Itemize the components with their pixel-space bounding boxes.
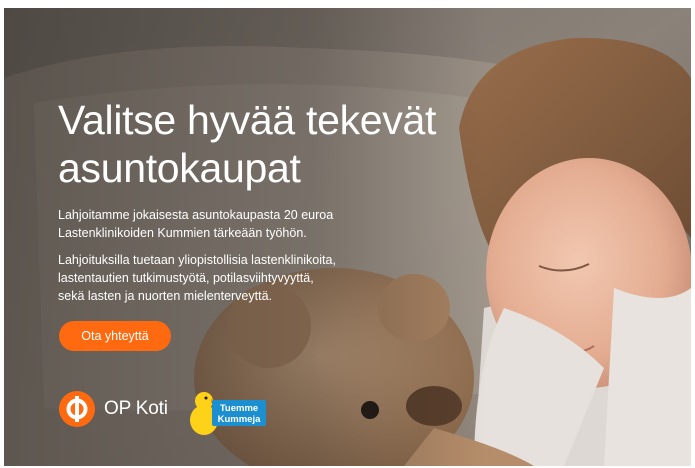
op-koti-text: OP Koti [104, 398, 168, 419]
hero-content: Valitse hyvää tekevät asuntokaupat Lahjo… [58, 96, 478, 305]
headline-line-2: asuntokaupat [58, 145, 301, 191]
op-logo-icon [59, 391, 95, 427]
donation-line-1: Lahjoitamme jokaisesta asuntokaupasta 20… [58, 208, 334, 222]
support-line-3: sekä lasten ja nuorten mielenterveyttä. [58, 289, 273, 303]
donation-paragraph: Lahjoitamme jokaisesta asuntokaupasta 20… [58, 206, 388, 242]
donation-line-2: Lastenklinikoiden Kummien tärkeään työhö… [58, 226, 307, 240]
headline-line-1: Valitse hyvää tekevät [58, 97, 437, 143]
support-line-1: Lahjoituksilla tuetaan yliopistollisia l… [58, 253, 336, 267]
support-line-2: lastentautien tutkimustyötä, potilasviih… [58, 271, 314, 285]
support-paragraph: Lahjoituksilla tuetaan yliopistollisia l… [58, 251, 388, 305]
tuemme-kummeja-logo: Tuemme Kummeja [190, 392, 266, 435]
hero-banner: Valitse hyvää tekevät asuntokaupat Lahjo… [4, 8, 691, 466]
op-koti-logo: OP Koti [59, 391, 168, 427]
tuemme-text: Tuemme [220, 403, 258, 414]
kummeja-text: Kummeja [218, 414, 261, 425]
contact-button[interactable]: Ota yhteyttä [59, 321, 171, 351]
headline: Valitse hyvää tekevät asuntokaupat [58, 96, 478, 192]
